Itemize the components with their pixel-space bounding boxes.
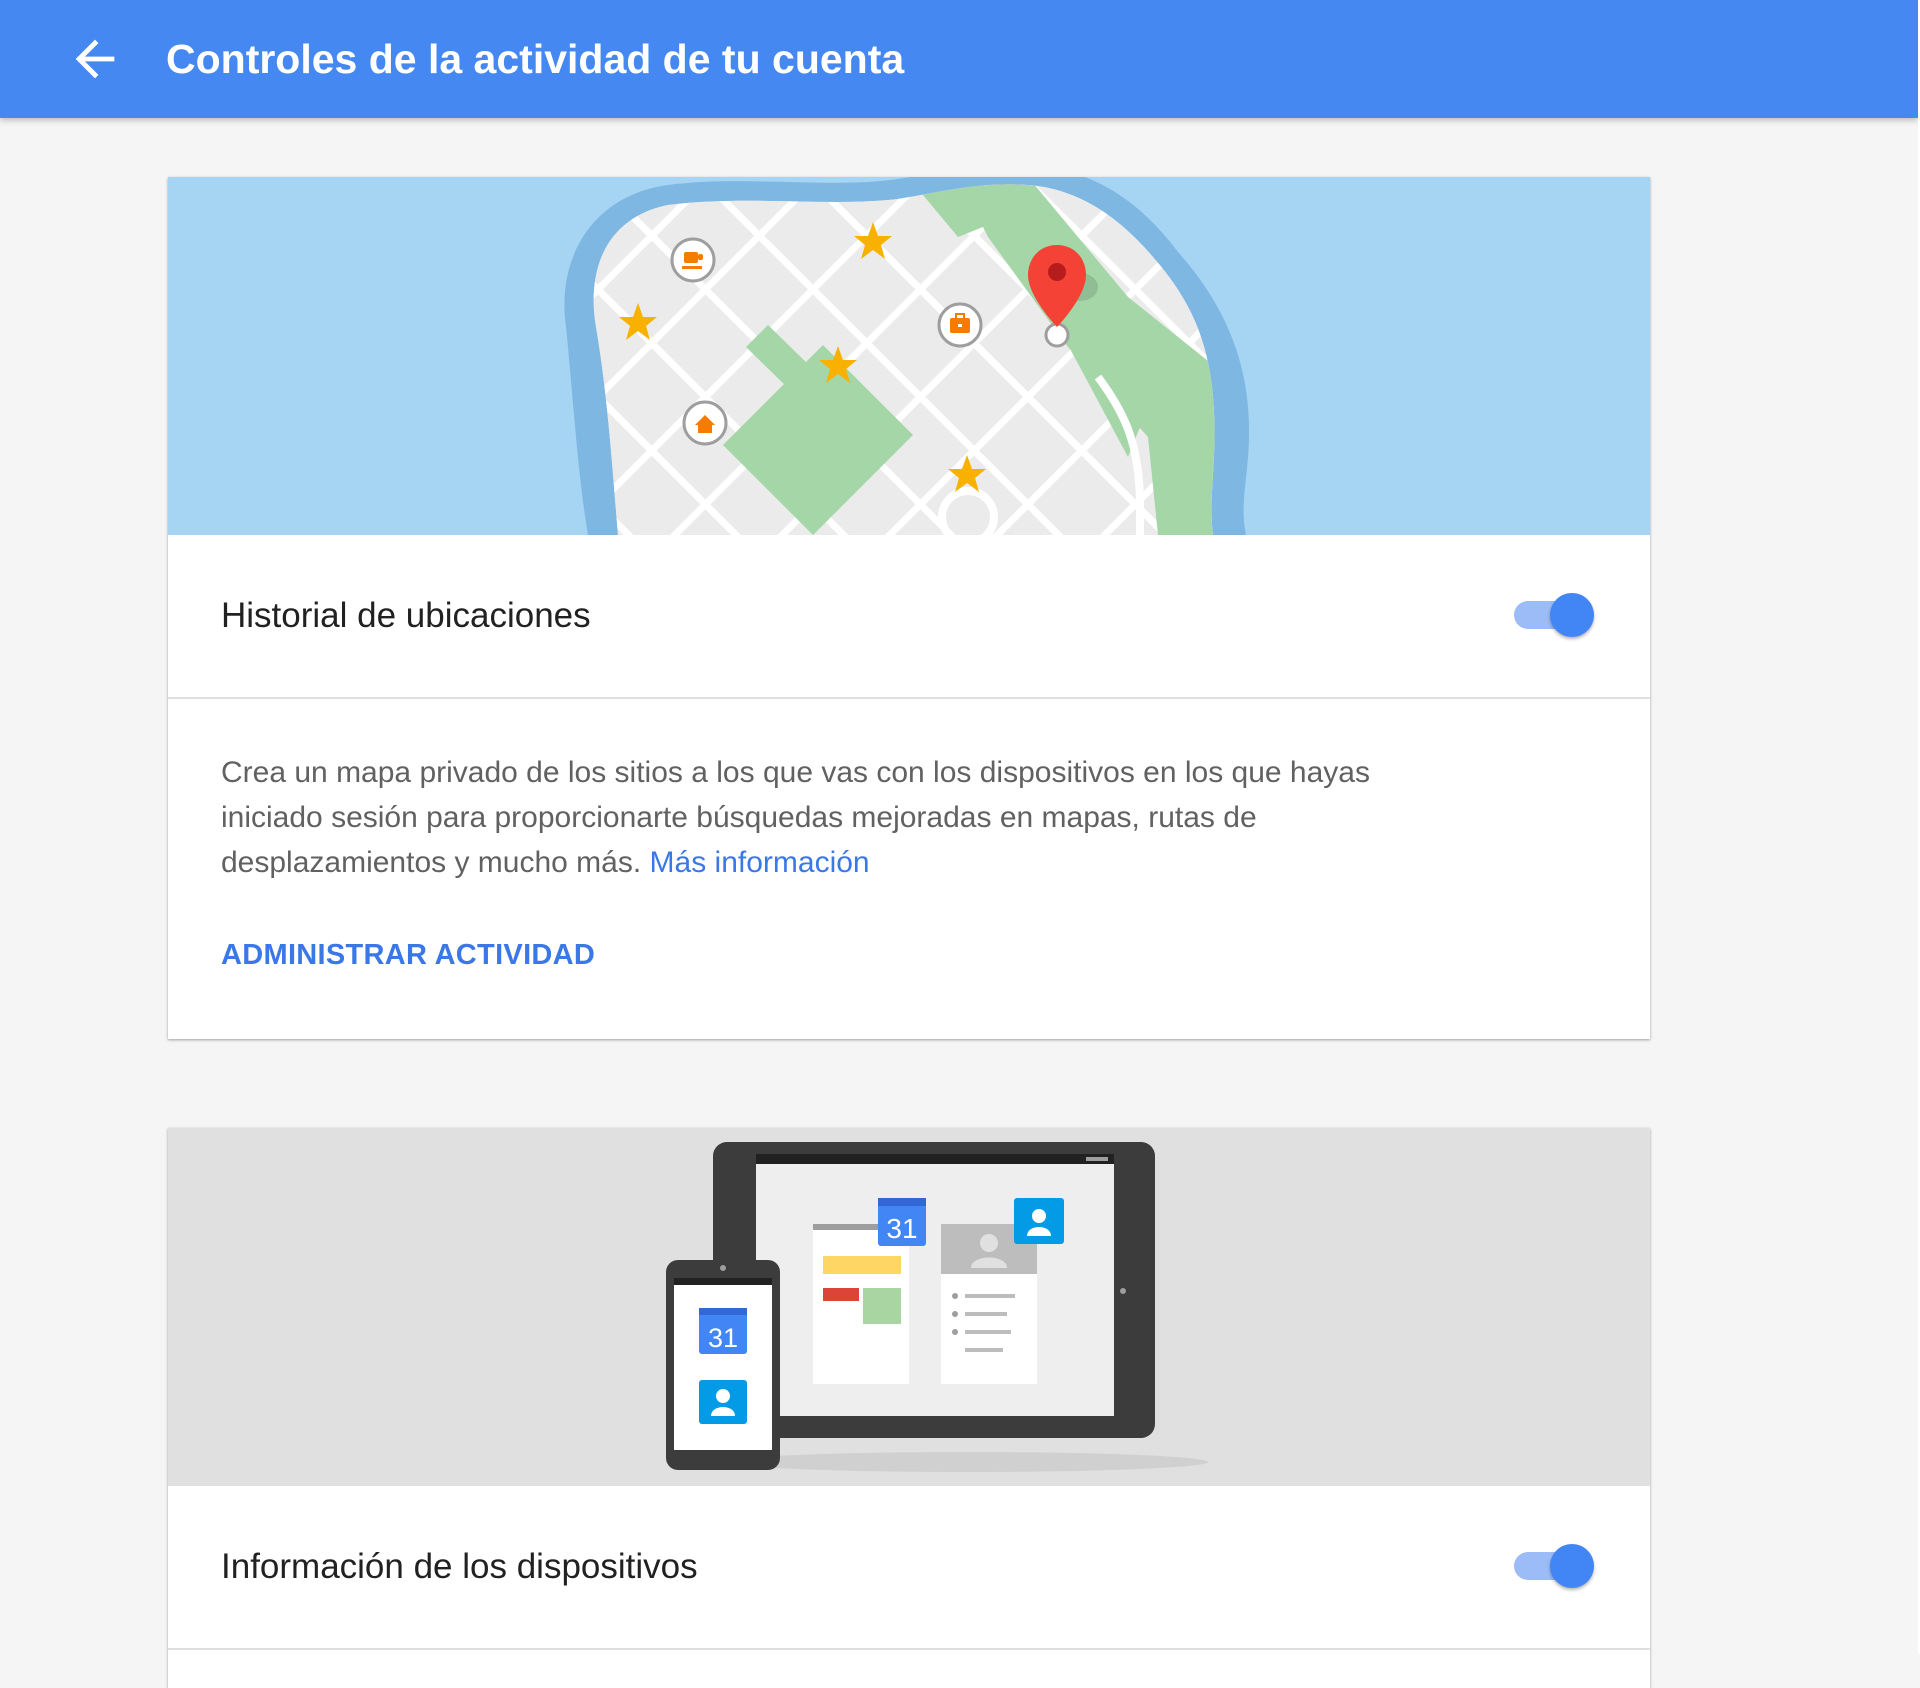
map-illustration [168, 177, 1650, 535]
location-history-card: Historial de ubicaciones Crea un mapa pr… [168, 177, 1650, 1039]
toggle-thumb [1550, 1544, 1594, 1588]
calendar-date: 31 [708, 1323, 738, 1353]
back-button[interactable] [66, 30, 124, 88]
location-history-toggle[interactable] [1512, 589, 1598, 639]
device-information-card: 31 31 Información de los dispositivos [168, 1128, 1650, 1688]
learn-more-link[interactable]: Más información [650, 846, 870, 879]
location-history-description: Crea un mapa privado de los sitios a los… [221, 750, 1461, 885]
card-divider [168, 697, 1650, 699]
phone-icon: 31 [666, 1260, 780, 1470]
arrow-back-icon [75, 39, 115, 79]
device-information-row: Información de los dispositivos [168, 1486, 1650, 1648]
app-header: Controles de la actividad de tu cuenta [0, 0, 1918, 118]
home-icon [682, 400, 728, 446]
devices-illustration: 31 31 [168, 1128, 1650, 1486]
device-information-title: Información de los dispositivos [221, 1547, 698, 1586]
location-history-title: Historial de ubicaciones [221, 596, 591, 635]
briefcase-icon [937, 302, 983, 348]
coffee-icon [670, 237, 716, 283]
manage-activity-button[interactable]: ADMINISTRAR ACTIVIDAD [221, 939, 595, 972]
toggle-thumb [1550, 593, 1594, 637]
page-title: Controles de la actividad de tu cuenta [166, 36, 905, 82]
card-divider [168, 1648, 1650, 1650]
calendar-date: 31 [886, 1213, 917, 1244]
location-history-row: Historial de ubicaciones [168, 535, 1650, 697]
device-information-toggle[interactable] [1512, 1540, 1598, 1590]
